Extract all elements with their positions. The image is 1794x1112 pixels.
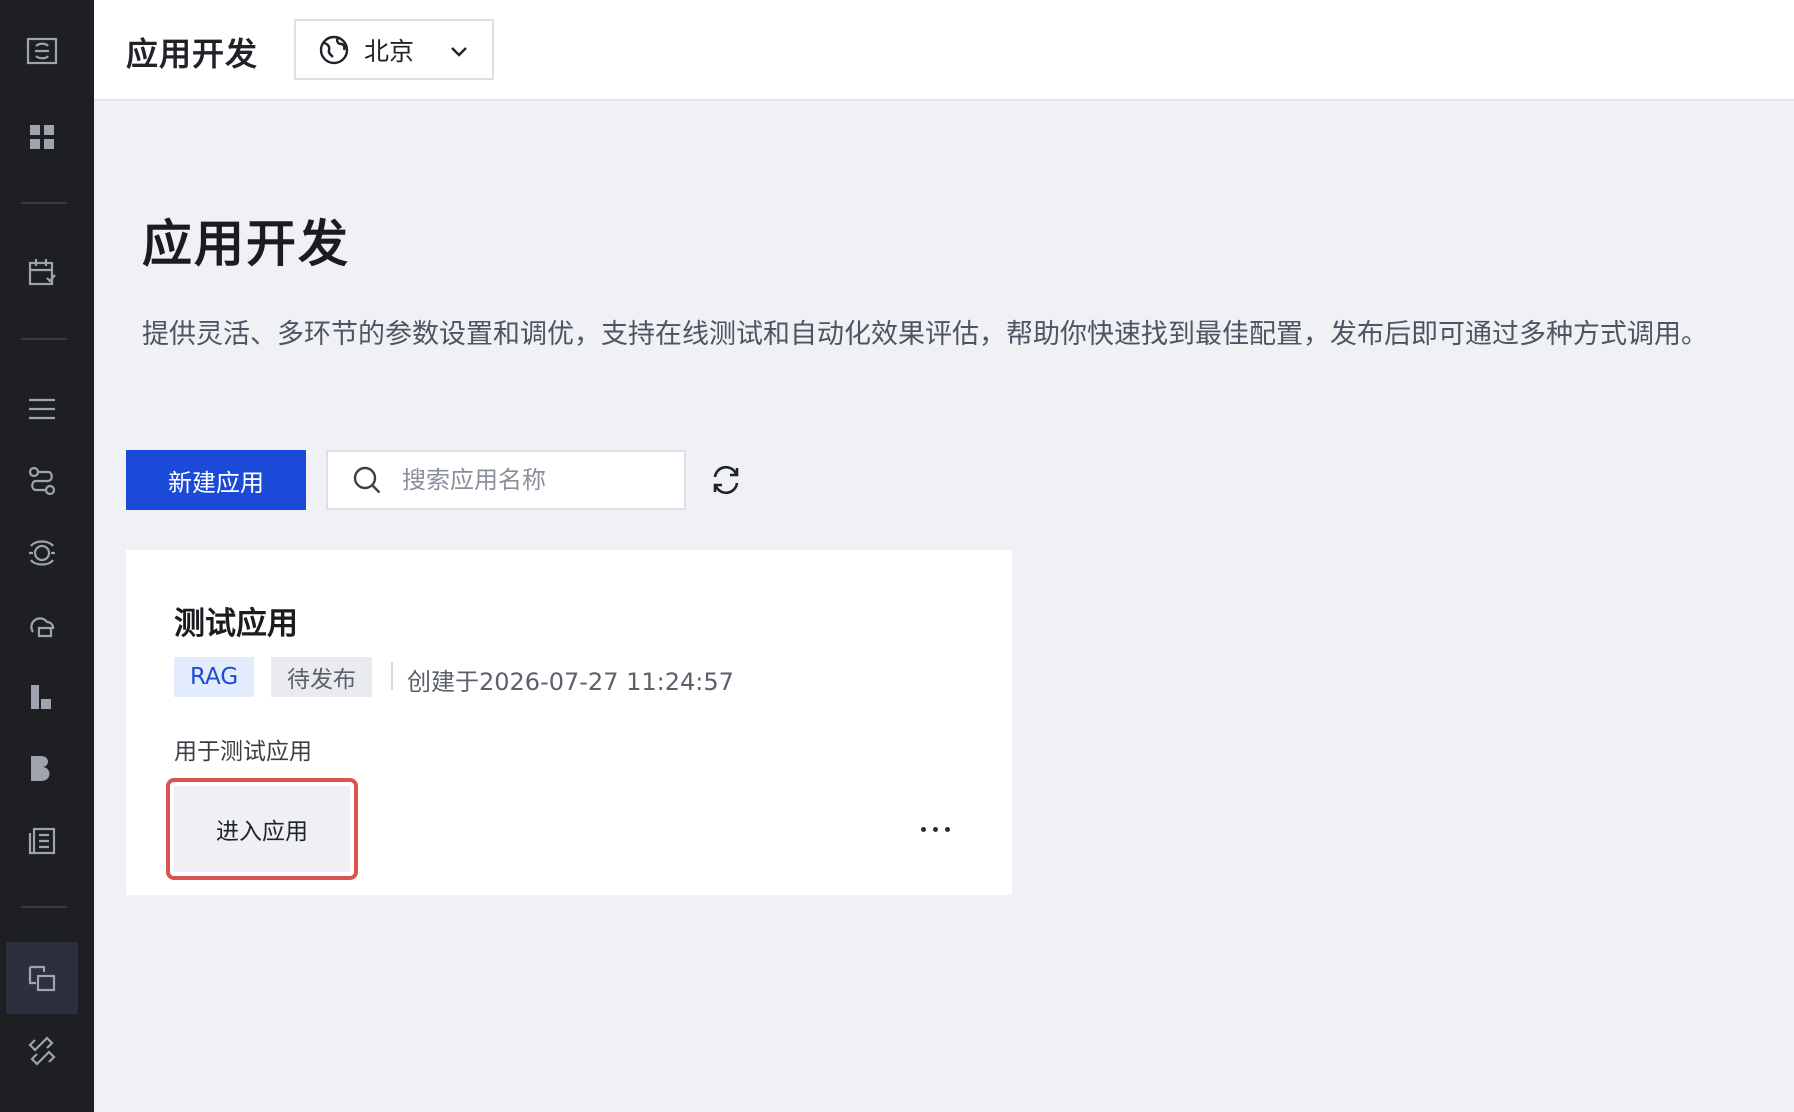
app-description: 用于测试应用 [174,739,312,765]
page-description: 提供灵活、多环节的参数设置和调优，支持在线测试和自动化效果评估，帮助你快速找到最… [142,319,1708,350]
chevron-down-icon [451,47,467,57]
more-dot [920,826,926,832]
region-select[interactable]: 北京 [294,19,494,80]
status-badge: 待发布 [271,657,372,697]
app-dev-icon[interactable] [21,958,63,1000]
sidebar-divider [21,906,67,908]
sidebar-divider [21,338,67,340]
search-icon [353,466,381,494]
list-icon[interactable] [21,388,63,430]
globe-icon [319,35,349,64]
region-label: 北京 [364,36,415,66]
meta-divider [391,662,393,690]
model-icon[interactable] [21,532,63,574]
flow-icon[interactable] [21,460,63,502]
app-name: 测试应用 [174,606,298,642]
sidebar-divider [21,202,67,204]
dashboard-icon[interactable] [21,116,63,158]
app-type-tag: RAG [174,657,255,697]
calendar-icon[interactable] [21,252,63,294]
app-card: 测试应用 RAG 待发布 创建于2026-07-27 11:24:57 用于测试… [126,550,1012,895]
cloud-sync-icon[interactable] [21,604,63,646]
new-app-button[interactable]: 新建应用 [126,450,306,510]
refresh-icon[interactable] [708,462,744,498]
search-input[interactable] [402,466,662,494]
more-dot [944,826,950,832]
page-title: 应用开发 [142,215,350,273]
sidebar [0,0,94,1112]
header-title: 应用开发 [126,35,259,73]
search-box [326,450,686,510]
chart-icon[interactable] [21,676,63,718]
created-time: 创建于2026-07-27 11:24:57 [407,668,734,696]
enter-app-button[interactable]: 进入应用 [174,786,350,872]
book-icon[interactable] [21,820,63,862]
more-dot [932,826,938,832]
link-icon[interactable] [21,1030,63,1072]
more-options-icon[interactable] [912,806,958,852]
app-logo-icon[interactable] [21,30,63,72]
database-icon[interactable] [21,748,63,790]
top-bar: 应用开发 北京 [94,0,1794,101]
